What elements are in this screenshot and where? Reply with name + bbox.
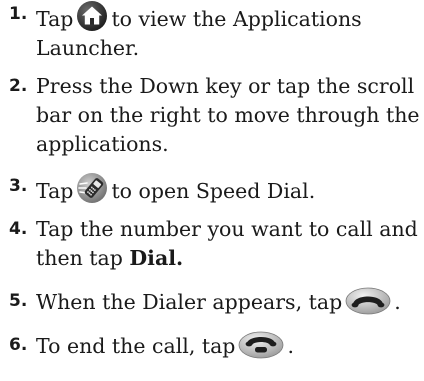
step-number: 1. <box>9 4 28 24</box>
dial-label: Dial. <box>129 246 184 270</box>
step-text: To end the call, tap . <box>36 331 424 361</box>
step-2: 2. Press the Down key or tap the scroll … <box>0 72 424 159</box>
step-number: 2. <box>9 76 28 96</box>
step-text-before: Tap <box>36 7 74 31</box>
step-text: Tap to view the Applications Launcher. <box>36 0 424 63</box>
step-number: 5. <box>9 291 28 311</box>
step-6: 6. To end the call, tap . <box>0 331 424 361</box>
step-text: When the Dialer appears, tap . <box>36 287 424 317</box>
step-text-before: To end the call, tap <box>36 334 236 358</box>
step-4: 4. Tap the number you want to call and t… <box>0 215 424 273</box>
step-5: 5. When the Dialer appears, tap . <box>0 287 424 317</box>
home-icon <box>76 0 108 32</box>
step-text-before: When the Dialer appears, tap <box>36 290 343 314</box>
speed-dial-icon <box>76 172 108 204</box>
step-number: 4. <box>9 219 28 239</box>
step-1: 1. Tap to view the Applications Launcher… <box>0 0 424 63</box>
step-text: Press the Down key or tap the scroll bar… <box>36 74 420 156</box>
step-number: 3. <box>9 176 28 196</box>
step-text: Tap to open Speed Dial. <box>36 172 424 206</box>
end-call-icon <box>238 331 284 359</box>
step-text-main: Tap the number you want to call and then… <box>36 217 418 270</box>
step-text-before: Tap <box>36 179 74 203</box>
step-number: 6. <box>9 335 28 355</box>
step-text-after: to open Speed Dial. <box>111 179 316 203</box>
step-text-after: . <box>287 334 294 358</box>
step-text-after: . <box>394 290 401 314</box>
call-icon <box>345 287 391 315</box>
step-3: 3. Tap to open Speed Dial. <box>0 172 424 206</box>
step-text: Tap the number you want to call and then… <box>36 215 424 273</box>
